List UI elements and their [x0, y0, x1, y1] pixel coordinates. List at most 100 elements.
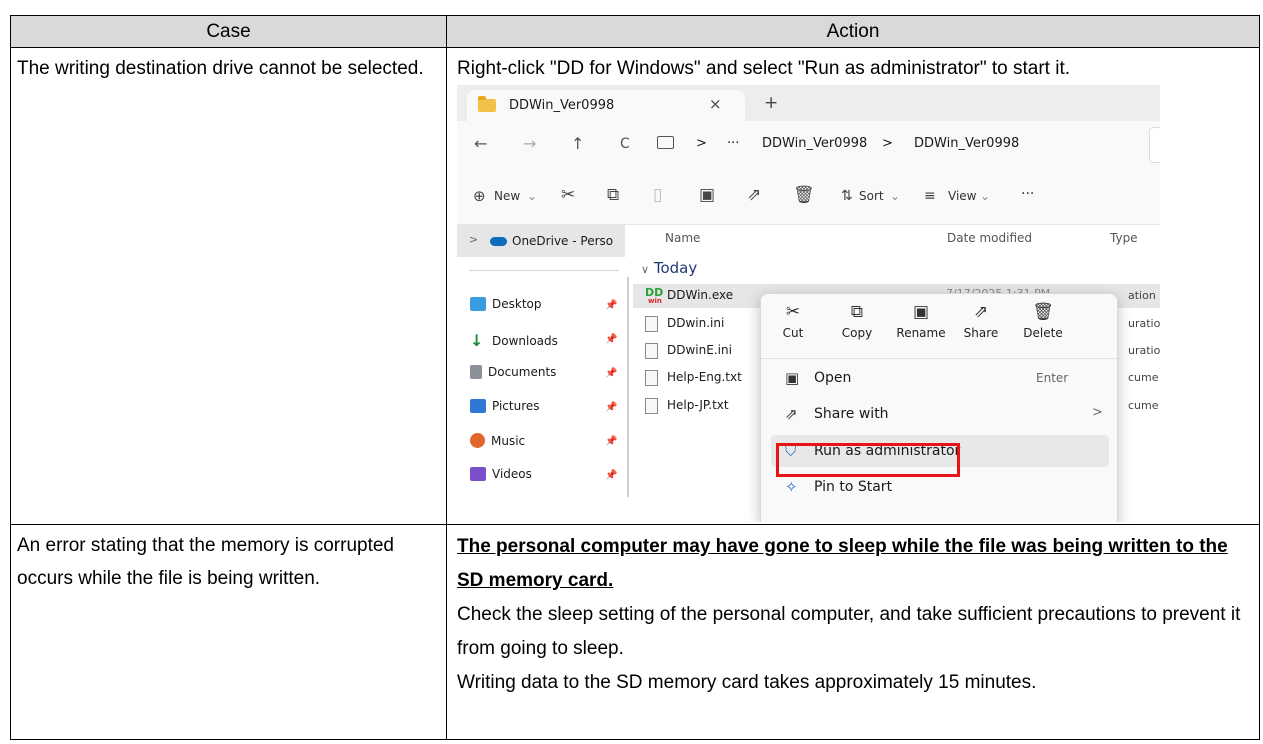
troubleshooting-table: Case Action The writing destination driv…: [10, 15, 1260, 740]
context-menu: ✂ Cut ⧉ Copy ▣ Rename ⇗ Share 🗑 Delete ▣…: [760, 293, 1118, 522]
pin-icon: 📌: [605, 334, 618, 345]
tab-bar: DDWin_Ver0998 × +: [457, 85, 1160, 121]
forward-arrow-icon[interactable]: →: [523, 134, 536, 153]
chevron-right-icon: >: [1092, 405, 1103, 420]
pin-icon: 📌: [605, 470, 618, 481]
copy-icon[interactable]: ⧉: [607, 185, 619, 205]
file-name: DDwin.ini: [667, 316, 725, 330]
column-header-name[interactable]: Name: [665, 231, 700, 245]
back-arrow-icon[interactable]: ←: [474, 134, 487, 153]
table-row: The writing destination drive cannot be …: [10, 47, 1260, 525]
nav-item-downloads[interactable]: ↓ Downloads: [470, 331, 558, 350]
delete-button[interactable]: 🗑 Delete: [1013, 302, 1073, 340]
share-icon[interactable]: ⇗: [747, 185, 761, 205]
settings-file-icon: [645, 316, 658, 332]
share-label: Share: [963, 326, 999, 340]
document-icon: [470, 365, 482, 379]
delete-icon[interactable]: 🗑: [793, 185, 815, 205]
divider: [469, 270, 619, 271]
nav-item-label: Documents: [488, 365, 557, 379]
nav-item-desktop[interactable]: Desktop: [470, 297, 542, 311]
case-text: The writing destination drive cannot be …: [17, 58, 424, 79]
breadcrumb-item[interactable]: DDWin_Ver0998: [762, 136, 867, 151]
cloud-icon: [490, 237, 507, 246]
action-warning: The personal computer may have gone to s…: [457, 536, 1228, 591]
file-type: cume: [1128, 399, 1159, 412]
new-button[interactable]: New: [494, 189, 520, 203]
explorer-tab[interactable]: DDWin_Ver0998 ×: [467, 90, 745, 121]
file-name: Help-JP.txt: [667, 398, 729, 412]
table-row: An error stating that the memory is corr…: [10, 524, 1260, 740]
paste-icon[interactable]: ▯: [653, 185, 662, 205]
file-type: ation: [1128, 289, 1156, 302]
new-plus-icon[interactable]: ⊕: [473, 187, 486, 205]
nav-item-label: Desktop: [492, 297, 542, 311]
file-type: uratio: [1128, 317, 1160, 330]
text-file-icon: [645, 398, 658, 414]
rename-icon[interactable]: ▣: [699, 185, 715, 205]
nav-item-music[interactable]: Music: [470, 433, 525, 448]
chevron-down-icon: ⌄: [527, 189, 538, 203]
address-bar: ← → ↑ C > ··· DDWin_Ver0998 > DDWin_Ver0…: [457, 121, 1160, 169]
rename-button[interactable]: ▣ Rename: [891, 302, 951, 340]
view-icon[interactable]: ≡: [924, 188, 936, 204]
computer-icon[interactable]: [657, 136, 674, 149]
nav-item-onedrive[interactable]: > OneDrive - Perso: [457, 225, 625, 257]
file-name: Help-Eng.txt: [667, 370, 742, 384]
file-name: DDWin.exe: [667, 288, 734, 302]
action-text: Right-click "DD for Windows" and select …: [457, 58, 1071, 79]
nav-item-pictures[interactable]: Pictures: [470, 399, 540, 413]
desktop-icon: [470, 297, 486, 311]
nav-item-label: Pictures: [492, 399, 540, 413]
nav-item-label: Videos: [492, 467, 532, 481]
pin-icon: 📌: [605, 368, 618, 379]
column-header-date[interactable]: Date modified: [947, 231, 1032, 245]
nav-item-label: Downloads: [492, 334, 558, 348]
copy-button[interactable]: ⧉ Copy: [827, 302, 887, 340]
menu-item-open[interactable]: ▣ Open Enter: [771, 362, 1109, 394]
up-arrow-icon[interactable]: ↑: [571, 134, 584, 153]
group-label: Today: [653, 259, 698, 277]
highlight-box: [776, 443, 960, 477]
sort-button[interactable]: Sort: [859, 189, 884, 203]
copy-icon: ⧉: [850, 302, 864, 322]
music-icon: [470, 433, 485, 448]
delete-label: Delete: [1023, 326, 1063, 340]
cut-button[interactable]: ✂ Cut: [763, 302, 823, 340]
breadcrumb-item[interactable]: DDWin_Ver0998: [914, 136, 1019, 151]
more-icon[interactable]: ···: [1021, 186, 1034, 202]
nav-item-documents[interactable]: Documents: [470, 365, 556, 379]
action-line: Check the sleep setting of the personal …: [457, 604, 1241, 659]
group-header-today[interactable]: ∨ Today: [641, 259, 697, 277]
view-button[interactable]: View: [948, 189, 976, 203]
rename-icon: ▣: [912, 302, 930, 322]
action-cell: Right-click "DD for Windows" and select …: [446, 47, 1260, 525]
new-tab-icon[interactable]: +: [764, 93, 778, 113]
action-text: The personal computer may have gone to s…: [447, 525, 1259, 700]
file-name: DDwinE.ini: [667, 343, 732, 357]
explorer-screenshot: DDWin_Ver0998 × + ← → ↑ C > ··· DDWin_Ve…: [457, 85, 1160, 522]
close-tab-icon[interactable]: ×: [709, 95, 722, 113]
navigation-pane: > OneDrive - Perso Desktop 📌 ↓ Downloads …: [457, 225, 632, 522]
action-cell: The personal computer may have gone to s…: [446, 524, 1260, 740]
sort-icon[interactable]: ⇅: [841, 188, 853, 204]
menu-item-share-with[interactable]: ⇗ Share with >: [771, 398, 1109, 430]
expand-chevron-icon[interactable]: >: [469, 233, 478, 246]
share-button[interactable]: ⇗ Share: [951, 302, 1011, 340]
refresh-icon[interactable]: C: [620, 136, 630, 152]
divider: [761, 358, 1117, 359]
cut-icon[interactable]: ✂: [561, 185, 575, 205]
share-icon: ⇗: [785, 405, 798, 423]
column-header-type[interactable]: Type: [1110, 231, 1138, 245]
nav-item-label: Music: [491, 434, 526, 448]
tab-title: DDWin_Ver0998: [509, 98, 615, 113]
header-case: Case: [10, 15, 447, 48]
nav-item-videos[interactable]: Videos: [470, 467, 532, 481]
case-text: An error stating that the memory is corr…: [17, 535, 394, 589]
pictures-icon: [470, 399, 486, 413]
pane-divider[interactable]: [627, 277, 629, 497]
breadcrumb-more-icon[interactable]: ···: [727, 136, 739, 151]
search-box[interactable]: [1149, 127, 1160, 163]
open-icon: ▣: [785, 369, 800, 387]
chevron-down-icon: ∨: [641, 263, 650, 276]
